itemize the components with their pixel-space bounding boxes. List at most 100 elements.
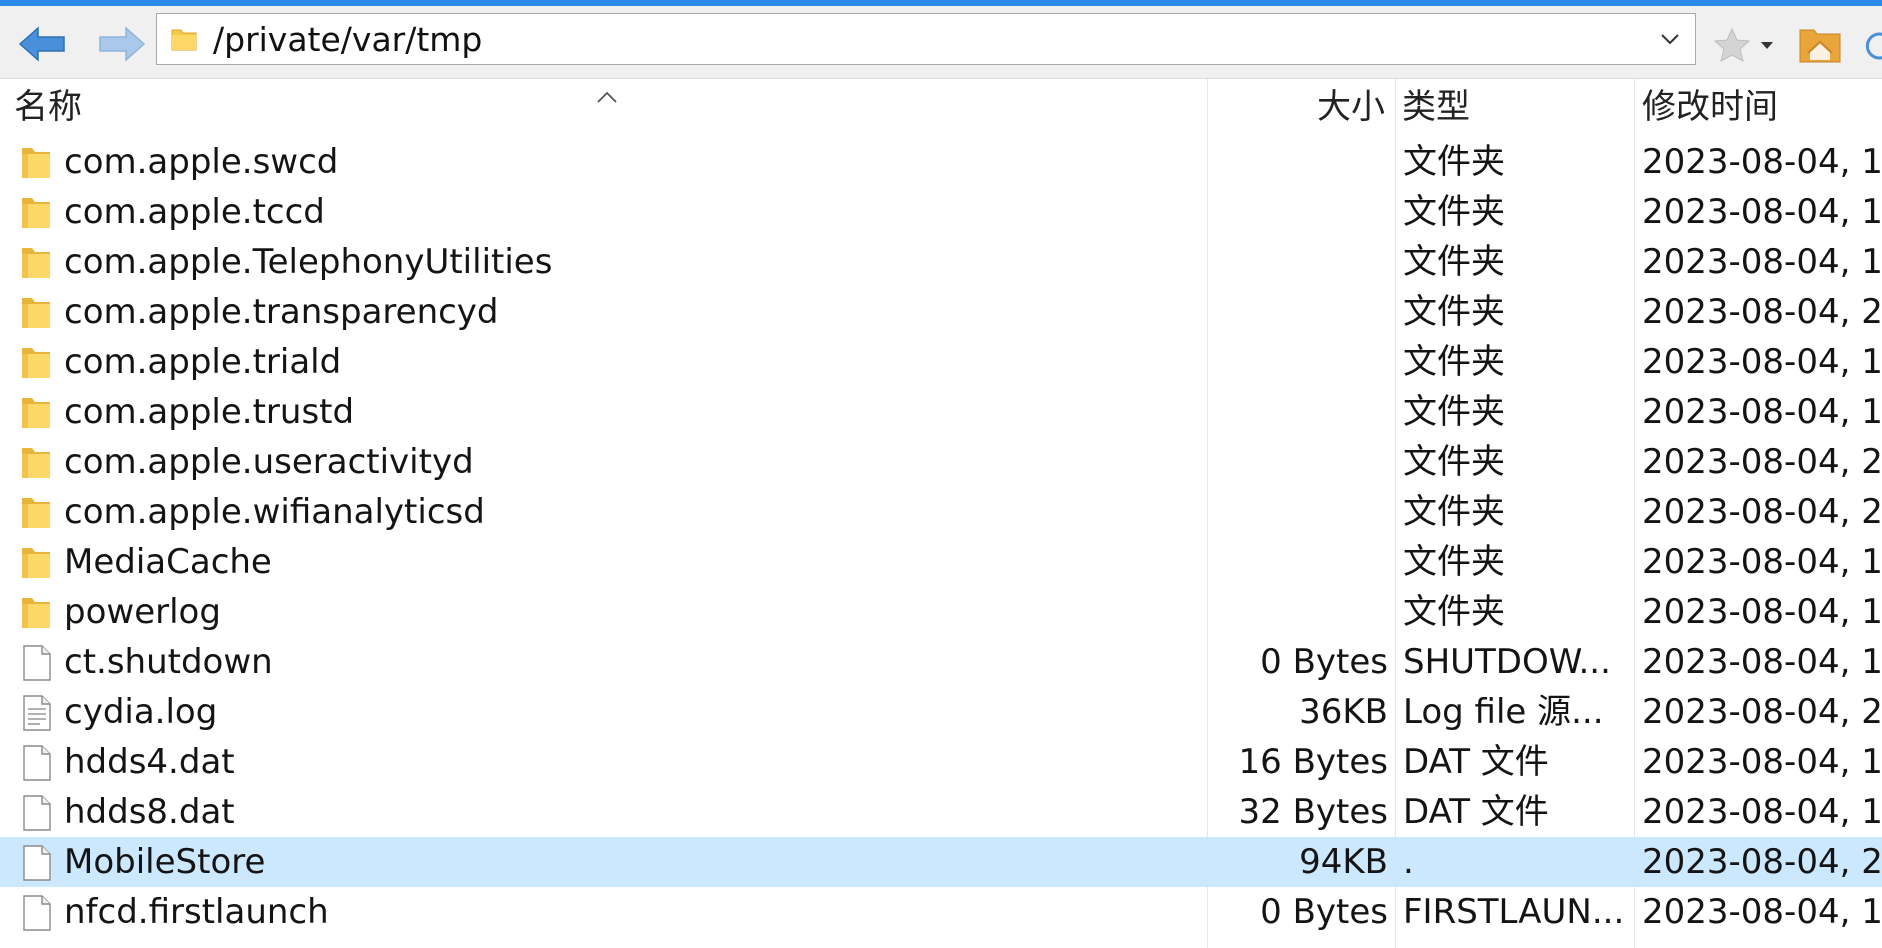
file-type: 文件夹 [1403,492,1505,532]
file-modified: 2023-08-04, 1 [1642,892,1882,932]
file-icon [18,844,54,882]
file-name: com.apple.triald [64,342,342,382]
file-row[interactable]: com.apple.wifianalyticsd 文件夹 2023-08-04, 2 [0,487,1882,537]
file-name: com.apple.transparencyd [64,292,499,332]
file-row[interactable]: MobileStore 94KB. 2023-08-04, 2 [0,837,1882,887]
folder-icon [18,544,54,582]
address-bar[interactable]: /private/var/tmp [156,13,1696,65]
file-name: MediaCache [64,542,272,582]
column-header-type[interactable]: 类型 [1402,87,1470,127]
file-row[interactable]: hdds4.dat 16 Bytes DAT 文件 2023-08-04, 1 [0,737,1882,787]
favorites-star-icon[interactable] [1712,26,1752,64]
file-row[interactable]: com.apple.useractivityd 文件夹 2023-08-04, 2 [0,437,1882,487]
file-modified: 2023-08-04, 2 [1642,692,1882,732]
folder-icon [18,194,54,232]
folder-icon [18,444,54,482]
file-row[interactable]: cydia.log 36KB Log file 源... 2023-08-04, 2 [0,687,1882,737]
home-folder-icon[interactable] [1796,22,1844,66]
file-row[interactable]: powerlog 文件夹 2023-08-04, 1 [0,587,1882,637]
file-icon [18,744,54,782]
file-row[interactable]: com.apple.triald 文件夹 2023-08-04, 1 [0,337,1882,387]
file-type: 文件夹 [1403,142,1505,182]
file-icon [18,894,54,932]
file-name: MobileStore [64,842,266,882]
folder-icon [18,394,54,432]
file-name: ct.shutdown [64,642,273,682]
folder-icon [18,144,54,182]
address-path: /private/var/tmp [213,20,483,59]
navigation-toolbar: /private/var/tmp [0,6,1882,79]
file-size: 32 Bytes [1238,792,1388,832]
file-name: nfcd.firstlaunch [64,892,329,932]
file-modified: 2023-08-04, 1 [1642,542,1882,582]
file-modified: 2023-08-04, 2 [1642,842,1882,882]
file-row[interactable]: hdds8.dat 32 Bytes DAT 文件 2023-08-04, 1 [0,787,1882,837]
file-modified: 2023-08-04, 1 [1642,592,1882,632]
file-row[interactable]: nfcd.firstlaunch 0 Bytes FIRSTLAUN... 2023-… [0,887,1882,937]
file-name: hdds4.dat [64,742,235,782]
sort-ascending-icon [597,91,617,103]
file-modified: 2023-08-04, 2 [1642,292,1882,332]
file-modified: 2023-08-04, 1 [1642,642,1882,682]
column-header-size[interactable]: 大小 [1317,87,1385,127]
folder-icon [18,594,54,632]
file-modified: 2023-08-04, 1 [1642,742,1882,782]
file-type: 文件夹 [1403,242,1505,282]
file-type: SHUTDOW... [1403,642,1611,682]
file-type: 文件夹 [1403,342,1505,382]
file-name: com.apple.wifianalyticsd [64,492,485,532]
file-type: DAT 文件 [1403,792,1549,832]
file-row[interactable]: com.apple.transparencyd 文件夹 2023-08-04, 2 [0,287,1882,337]
file-row[interactable]: com.apple.TelephonyUtilities 文件夹 2023-08-0… [0,237,1882,287]
file-icon [18,794,54,832]
file-row[interactable]: MediaCache 文件夹 2023-08-04, 1 [0,537,1882,587]
file-modified: 2023-08-04, 1 [1642,392,1882,432]
arrow-left-icon [18,26,65,62]
file-type: DAT 文件 [1403,742,1549,782]
file-name: powerlog [64,592,221,632]
folder-icon [18,294,54,332]
file-size: 0 Bytes [1260,642,1388,682]
file-name: com.apple.useractivityd [64,442,474,482]
chevron-down-icon[interactable] [1657,26,1683,52]
file-row[interactable]: com.apple.tccd 文件夹 2023-08-04, 1 [0,187,1882,237]
file-type: 文件夹 [1403,292,1505,332]
file-list: com.apple.swcd 文件夹 2023-08-04, 1 com.apple.… [0,137,1882,937]
file-row[interactable]: ct.shutdown 0 Bytes SHUTDOW... 2023-08-04, … [0,637,1882,687]
favorites-dropdown-icon[interactable] [1758,36,1776,54]
folder-icon [18,244,54,282]
text-file-icon [18,694,54,732]
file-name: com.apple.swcd [64,142,339,182]
refresh-icon[interactable] [1862,24,1882,68]
file-type: Log file 源... [1403,692,1604,732]
forward-button[interactable] [94,22,148,66]
folder-icon [18,494,54,532]
file-type: 文件夹 [1403,592,1505,632]
file-type: 文件夹 [1403,192,1505,232]
file-name: cydia.log [64,692,218,732]
file-type: 文件夹 [1403,442,1505,482]
file-modified: 2023-08-04, 1 [1642,792,1882,832]
file-type: . [1403,842,1414,882]
file-type: 文件夹 [1403,542,1505,582]
column-header-modified[interactable]: 修改时间 [1642,87,1778,127]
file-modified: 2023-08-04, 2 [1642,442,1882,482]
arrow-right-icon [99,26,146,62]
folder-icon [18,344,54,382]
file-modified: 2023-08-04, 1 [1642,242,1882,282]
file-size: 36KB [1299,692,1388,732]
folder-icon [171,29,197,51]
file-size: 16 Bytes [1238,742,1388,782]
file-modified: 2023-08-04, 2 [1642,492,1882,532]
file-icon [18,644,54,682]
file-size: 94KB [1299,842,1388,882]
column-header-name[interactable]: 名称 [14,87,82,127]
file-size: 0 Bytes [1260,892,1388,932]
back-button[interactable] [16,22,70,66]
column-header-row: 名称 大小 类型 修改时间 [0,79,1882,137]
file-name: com.apple.trustd [64,392,355,432]
file-row[interactable]: com.apple.swcd 文件夹 2023-08-04, 1 [0,137,1882,187]
file-modified: 2023-08-04, 1 [1642,142,1882,182]
file-row[interactable]: com.apple.trustd 文件夹 2023-08-04, 1 [0,387,1882,437]
file-name: com.apple.TelephonyUtilities [64,242,553,282]
